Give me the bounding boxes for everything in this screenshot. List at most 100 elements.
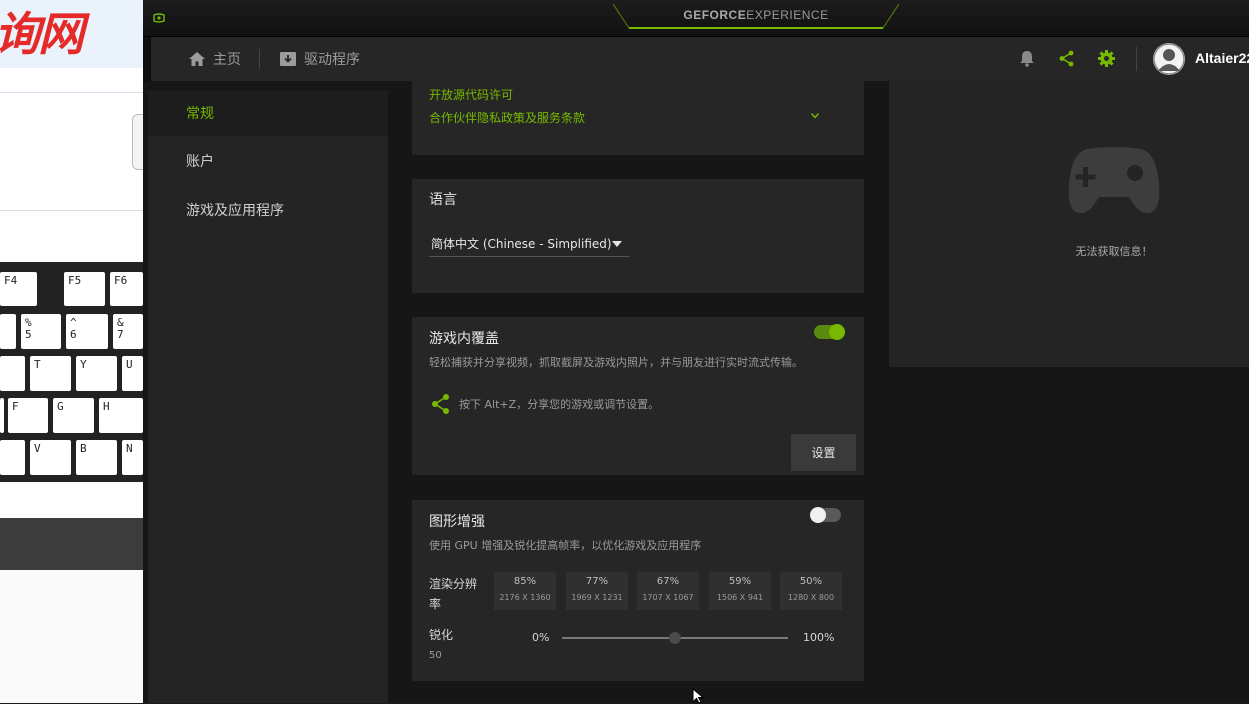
keyboard-image: F4 F5 F6 % 5 ^ 6 & 7 T Y U F G H V B N bbox=[0, 262, 143, 482]
key: & 7 bbox=[113, 314, 143, 349]
resolution-option[interactable]: 59% 1506 X 941 bbox=[709, 572, 771, 610]
home-icon bbox=[189, 52, 205, 66]
sharpen-label: 锐化 bbox=[429, 628, 454, 642]
key: F4 bbox=[0, 272, 37, 306]
mouse-cursor-icon bbox=[692, 688, 705, 704]
ingame-overlay-card: 游戏内覆盖 轻松捕获并分享视频，抓取截屏及游戏内照片，并与朋友进行实时流式传输。… bbox=[412, 317, 864, 475]
key: V bbox=[30, 440, 71, 475]
resolution-percent: 85% bbox=[513, 576, 537, 587]
username[interactable]: Altaier22 bbox=[1195, 50, 1249, 66]
nav-home[interactable]: 主页 bbox=[189, 37, 241, 81]
resolution-dims: 1969 X 1231 bbox=[571, 593, 623, 602]
background-header: 询网 bbox=[0, 0, 143, 68]
background-area bbox=[0, 570, 143, 703]
language-selected-value: 简体中文 (Chinese - Simplified) bbox=[431, 237, 612, 251]
language-title: 语言 bbox=[429, 192, 457, 208]
nav-drivers-label: 驱动程序 bbox=[304, 52, 360, 68]
background-band bbox=[0, 518, 143, 570]
resolution-percent: 50% bbox=[799, 576, 823, 587]
resolution-option[interactable]: 50% 1280 X 800 bbox=[780, 572, 842, 610]
settings-sidebar: 常规 账户 游戏及应用程序 bbox=[148, 90, 388, 703]
share-icon bbox=[432, 394, 449, 414]
title-bar[interactable]: GEFORCEEXPERIENCE bbox=[143, 0, 1249, 37]
resolution-dims: 1707 X 1067 bbox=[642, 593, 694, 602]
divider bbox=[0, 210, 143, 211]
about-card: 开放源代码许可 合作伙伴隐私政策及服务条款 bbox=[412, 81, 864, 155]
key bbox=[0, 398, 4, 433]
key: U bbox=[122, 356, 143, 391]
overlay-description: 轻松捕获并分享视频，抓取截屏及游戏内照片，并与朋友进行实时流式传输。 bbox=[429, 356, 803, 369]
toggle-knob bbox=[829, 324, 845, 340]
key: % 5 bbox=[21, 314, 61, 349]
language-select[interactable]: 简体中文 (Chinese - Simplified) bbox=[429, 233, 629, 257]
graphics-enhance-card: 图形增强 使用 GPU 增强及锐化提高帧率，以优化游戏及应用程序 渲染分辨率 8… bbox=[412, 500, 864, 681]
notification-bell-icon[interactable] bbox=[1020, 50, 1034, 67]
key: N bbox=[122, 440, 143, 475]
partner-privacy-link[interactable]: 合作伙伴隐私政策及服务条款 bbox=[429, 109, 585, 126]
toggle-knob bbox=[810, 507, 826, 523]
sharpen-value: 50 bbox=[429, 650, 442, 661]
divider bbox=[1136, 47, 1137, 71]
divider bbox=[259, 49, 260, 69]
overlay-hint: 按下 Alt+Z，分享您的游戏或调节设置。 bbox=[459, 398, 660, 411]
nvidia-logo-icon bbox=[153, 13, 165, 23]
key: T bbox=[30, 356, 71, 391]
gamepad-icon bbox=[1068, 147, 1160, 214]
open-source-license-link[interactable]: 开放源代码许可 bbox=[429, 86, 513, 103]
graphics-title: 图形增强 bbox=[429, 514, 485, 530]
resolution-option[interactable]: 85% 2176 X 1360 bbox=[494, 572, 556, 610]
sidebar-item-general[interactable]: 常规 bbox=[148, 90, 388, 136]
drivers-icon bbox=[280, 52, 296, 66]
share-icon[interactable] bbox=[1059, 50, 1075, 67]
avatar[interactable] bbox=[1153, 43, 1185, 75]
overlay-title: 游戏内覆盖 bbox=[429, 331, 499, 347]
resolution-option[interactable]: 77% 1969 X 1231 bbox=[566, 572, 628, 610]
main-content: 常规 账户 游戏及应用程序 开放源代码许可 合作伙伴隐私政策及服务条款 语言 简… bbox=[143, 81, 1249, 703]
background-window: 询网 F4 F5 F6 % 5 ^ 6 & 7 T Y U F G H V B … bbox=[0, 0, 143, 703]
brand-bold: GEFORCE bbox=[683, 8, 747, 22]
nav-home-label: 主页 bbox=[213, 52, 241, 68]
graphics-description: 使用 GPU 增强及锐化提高帧率，以优化游戏及应用程序 bbox=[429, 539, 702, 552]
background-site-title: 询网 bbox=[0, 7, 84, 61]
dropdown-arrow-icon bbox=[612, 241, 622, 247]
key bbox=[0, 314, 16, 349]
divider bbox=[0, 92, 143, 93]
brand-light: EXPERIENCE bbox=[746, 8, 829, 22]
key bbox=[0, 356, 25, 391]
slider-max-label: 100% bbox=[803, 631, 835, 644]
game-info-panel: 无法获取信息！ bbox=[889, 81, 1249, 367]
resolution-percent: 59% bbox=[728, 576, 752, 587]
brand-title: GEFORCEEXPERIENCE bbox=[613, 8, 899, 22]
resolution-dims: 1506 X 941 bbox=[716, 593, 764, 602]
resolution-percent: 67% bbox=[656, 576, 680, 587]
nav-drivers[interactable]: 驱动程序 bbox=[280, 37, 360, 81]
slider-min-label: 0% bbox=[532, 631, 550, 644]
resolution-percent: 77% bbox=[585, 576, 609, 587]
graphics-toggle[interactable] bbox=[810, 507, 841, 523]
no-info-message: 无法获取信息！ bbox=[1075, 245, 1153, 258]
key: H bbox=[99, 398, 143, 433]
top-nav: 主页 驱动程序 Altaier22 bbox=[151, 37, 1249, 81]
background-widget bbox=[132, 114, 143, 170]
sharpen-slider[interactable] bbox=[562, 632, 788, 644]
key bbox=[0, 440, 25, 475]
key: G bbox=[53, 398, 94, 433]
resolution-option[interactable]: 67% 1707 X 1067 bbox=[637, 572, 699, 610]
chevron-down-icon[interactable] bbox=[811, 113, 819, 119]
sidebar-item-account[interactable]: 账户 bbox=[148, 138, 388, 184]
settings-gear-icon[interactable] bbox=[1098, 50, 1115, 67]
key: ^ 6 bbox=[66, 314, 108, 349]
key: B bbox=[76, 440, 117, 475]
render-resolution-label: 渲染分辨率 bbox=[429, 577, 478, 611]
slider-handle[interactable] bbox=[669, 632, 681, 644]
user-silhouette-icon bbox=[1153, 43, 1185, 75]
sidebar-item-games-apps[interactable]: 游戏及应用程序 bbox=[148, 187, 388, 233]
overlay-settings-button[interactable]: 设置 bbox=[791, 434, 856, 471]
background-bar bbox=[0, 482, 143, 518]
overlay-toggle[interactable] bbox=[814, 324, 845, 340]
key: F5 bbox=[64, 272, 105, 306]
key: F bbox=[8, 398, 48, 433]
key: F6 bbox=[110, 272, 143, 306]
geforce-experience-window: GEFORCEEXPERIENCE 主页 驱动程序 Altaier22 常规 账… bbox=[143, 0, 1249, 703]
language-card: 语言 简体中文 (Chinese - Simplified) bbox=[412, 179, 864, 293]
